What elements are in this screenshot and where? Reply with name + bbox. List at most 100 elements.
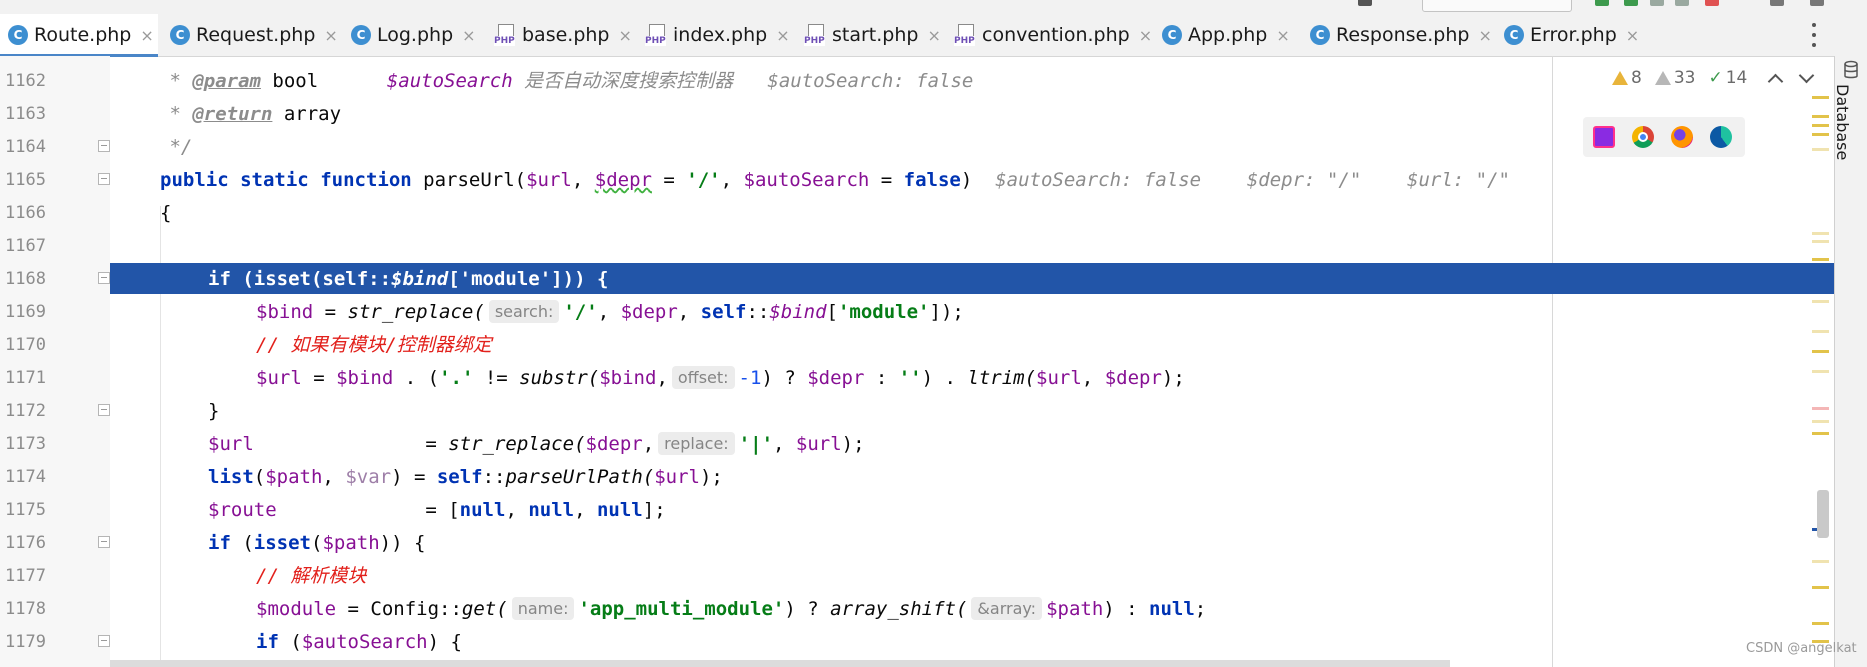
weak-mark[interactable]: [1812, 560, 1829, 563]
tab-log-php[interactable]: C Log.php ×: [351, 14, 476, 56]
close-icon[interactable]: ×: [1626, 26, 1639, 45]
search-everywhere-icon[interactable]: [1770, 0, 1784, 6]
php-file-icon: PHP: [804, 24, 826, 46]
stop-icon[interactable]: [1705, 0, 1719, 6]
variable: $autoSearch: [743, 169, 870, 191]
weak-mark[interactable]: [1812, 148, 1829, 151]
punct: ::: [482, 466, 506, 488]
tab-label: convention.php: [982, 24, 1130, 46]
close-icon[interactable]: ×: [1276, 26, 1289, 45]
weak-warnings-count[interactable]: 33: [1654, 68, 1695, 88]
tab-start-php[interactable]: PHP start.php ×: [804, 14, 941, 56]
fold-marker-icon[interactable]: [98, 140, 110, 152]
debug-icon[interactable]: [1624, 0, 1638, 6]
warning-mark[interactable]: [1812, 432, 1829, 435]
close-icon[interactable]: ×: [619, 26, 632, 45]
warning-mark[interactable]: [1812, 586, 1829, 589]
weak-mark[interactable]: [1812, 232, 1829, 235]
class-icon: C: [8, 25, 28, 45]
fold-marker-icon[interactable]: [98, 536, 110, 548]
toolbar-icon[interactable]: [1358, 0, 1372, 6]
punct: =: [301, 367, 337, 389]
code-line-1175: $route = [null, null, null];: [208, 494, 666, 527]
code-line-1164: */: [158, 131, 192, 164]
close-icon[interactable]: ×: [776, 26, 789, 45]
warning-mark[interactable]: [1812, 350, 1829, 353]
weak-mark[interactable]: [1812, 300, 1829, 303]
warning-mark[interactable]: [1812, 115, 1829, 118]
tab-base-php[interactable]: PHP base.php ×: [494, 14, 632, 56]
horizontal-scrollbar[interactable]: [110, 660, 1450, 667]
line-number: 1165: [5, 170, 46, 190]
code-line-1168: if (isset(self::$bind['module'])) {: [208, 263, 608, 296]
punct: ,: [571, 169, 595, 191]
close-icon[interactable]: ×: [1139, 26, 1152, 45]
close-icon[interactable]: ×: [140, 26, 153, 45]
tab-request-php[interactable]: C Request.php ×: [170, 14, 338, 56]
line-number: 1162: [5, 71, 46, 91]
variable: $depr: [807, 367, 865, 389]
code-line-1177: // 解析模块: [256, 560, 366, 593]
warnings-value: 8: [1631, 68, 1642, 88]
warning-mark[interactable]: [1812, 622, 1829, 625]
settings-icon[interactable]: [1810, 0, 1824, 6]
close-icon[interactable]: ×: [1478, 26, 1491, 45]
code-line-1173: $url = str_replace($depr, replace: '|', $u…: [208, 428, 865, 461]
close-icon[interactable]: ×: [927, 26, 940, 45]
doc-var: $autoSearch: [386, 70, 513, 92]
tab-convention-php[interactable]: PHP convention.php ×: [954, 14, 1152, 56]
punct: ,: [505, 499, 529, 521]
line-number: 1167: [5, 236, 46, 256]
code-line-1163: * @return array: [158, 98, 341, 131]
database-tab-label[interactable]: Database: [1833, 84, 1852, 160]
vertical-scrollbar-thumb[interactable]: [1817, 490, 1829, 538]
typo-check-icon: ✓: [1708, 68, 1723, 88]
warning-mark[interactable]: [1812, 124, 1829, 127]
tab-route-php[interactable]: C Route.php ×: [0, 14, 158, 57]
firefox-icon[interactable]: [1671, 126, 1693, 148]
tab-response-php[interactable]: C Response.php ×: [1310, 14, 1492, 56]
warnings-count[interactable]: 8: [1612, 68, 1642, 88]
code-line-1162: * @param bool $autoSearch 是否自动深度搜索控制器 $a…: [158, 65, 973, 98]
fold-marker-icon[interactable]: [98, 635, 110, 647]
previous-highlight-icon[interactable]: [1768, 73, 1784, 89]
tab-index-php[interactable]: PHP index.php ×: [645, 14, 790, 56]
coverage-icon[interactable]: [1650, 0, 1664, 6]
run-icon[interactable]: [1595, 0, 1609, 6]
error-mark[interactable]: [1812, 407, 1829, 410]
database-tool-window[interactable]: Database: [1833, 56, 1867, 667]
code-text: ['module'])) {: [448, 268, 609, 290]
profile-icon[interactable]: [1675, 0, 1689, 6]
tab-app-php[interactable]: C App.php ×: [1162, 14, 1290, 56]
line-number: 1171: [5, 368, 46, 388]
warning-mark[interactable]: [1812, 133, 1829, 136]
warning-mark[interactable]: [1812, 96, 1829, 99]
fold-marker-icon[interactable]: [98, 272, 110, 284]
punct: ) ?: [761, 367, 808, 389]
keyword: list: [208, 466, 254, 488]
weak-mark[interactable]: [1812, 330, 1829, 333]
edge-icon[interactable]: [1710, 126, 1732, 148]
function-call: str_replace(: [347, 301, 485, 323]
next-highlight-icon[interactable]: [1799, 67, 1815, 83]
typos-count[interactable]: ✓ 14: [1708, 68, 1747, 88]
chrome-icon[interactable]: [1632, 126, 1654, 148]
fold-marker-icon[interactable]: [98, 404, 110, 416]
weak-mark[interactable]: [1812, 240, 1829, 243]
weak-mark[interactable]: [1812, 370, 1829, 373]
weak-mark[interactable]: [1812, 420, 1829, 423]
run-configuration-selector[interactable]: [1422, 0, 1572, 12]
php-file-icon: PHP: [494, 24, 516, 46]
inspection-widget[interactable]: 8 33 ✓ 14: [1612, 66, 1822, 90]
close-icon[interactable]: ×: [324, 26, 337, 45]
code-editor[interactable]: * @param bool $autoSearch 是否自动深度搜索控制器 $a…: [110, 56, 1834, 667]
fold-marker-icon[interactable]: [98, 173, 110, 185]
phpstorm-icon[interactable]: [1593, 126, 1615, 148]
more-tabs-icon[interactable]: [1808, 20, 1820, 50]
tab-error-php[interactable]: C Error.php ×: [1504, 14, 1639, 56]
punct: (: [310, 532, 323, 554]
warning-mark[interactable]: [1812, 258, 1829, 261]
php-file-icon: PHP: [645, 24, 667, 46]
keyword: if: [256, 631, 279, 653]
close-icon[interactable]: ×: [462, 26, 475, 45]
